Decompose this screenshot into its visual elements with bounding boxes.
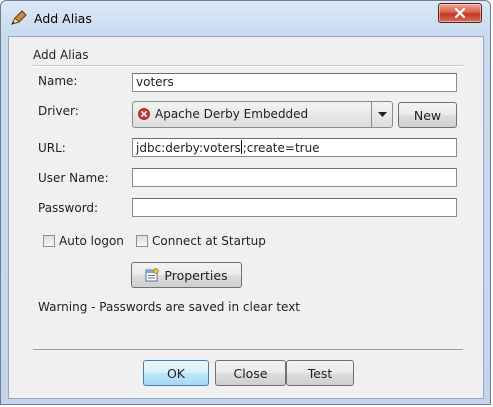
pencil-icon <box>11 10 27 25</box>
driver-selected-value: Apache Derby Embedded <box>155 107 309 121</box>
url-text-before-caret: jdbc:derby:voters <box>136 141 241 155</box>
password-field[interactable] <box>132 198 457 217</box>
username-label: User Name: <box>38 171 109 185</box>
url-field[interactable]: jdbc:derby:voters ;create=true <box>132 138 457 157</box>
error-circle-icon <box>138 108 150 120</box>
name-field[interactable]: voters <box>132 73 457 92</box>
connect-at-startup-checkbox[interactable] <box>136 235 148 247</box>
password-label: Password: <box>38 201 99 215</box>
new-driver-button[interactable]: New <box>398 102 457 128</box>
group-separator <box>33 65 463 67</box>
driver-dropdown-arrow[interactable] <box>371 102 392 127</box>
properties-button[interactable]: Properties <box>131 262 242 288</box>
add-alias-window: Add Alias Add Alias Name: voters Driver:… <box>0 0 491 405</box>
driver-dropdown[interactable]: Apache Derby Embedded <box>132 101 393 128</box>
ok-button[interactable]: OK <box>143 360 209 386</box>
close-icon <box>455 8 465 18</box>
footer-separator <box>33 349 463 350</box>
close-button[interactable]: Close <box>215 360 286 386</box>
group-title: Add Alias <box>33 48 89 62</box>
chevron-down-icon <box>377 112 387 117</box>
password-warning: Warning - Passwords are saved in clear t… <box>38 300 301 314</box>
properties-icon <box>145 268 160 282</box>
title-bar[interactable]: Add Alias <box>1 1 490 35</box>
url-label: URL: <box>38 141 66 155</box>
auto-logon-label[interactable]: Auto logon <box>59 234 124 248</box>
window-close-button[interactable] <box>438 3 482 23</box>
auto-logon-checkbox[interactable] <box>43 235 55 247</box>
name-label: Name: <box>38 74 78 88</box>
dialog-content: Add Alias Name: voters Driver: Apache De… <box>8 36 484 399</box>
url-text-after-caret: ;create=true <box>242 141 320 155</box>
properties-button-label: Properties <box>164 267 228 283</box>
username-field[interactable] <box>132 168 457 187</box>
driver-label: Driver: <box>38 104 79 118</box>
connect-at-startup-label[interactable]: Connect at Startup <box>152 234 266 248</box>
test-button[interactable]: Test <box>286 360 354 386</box>
window-title: Add Alias <box>34 11 92 26</box>
